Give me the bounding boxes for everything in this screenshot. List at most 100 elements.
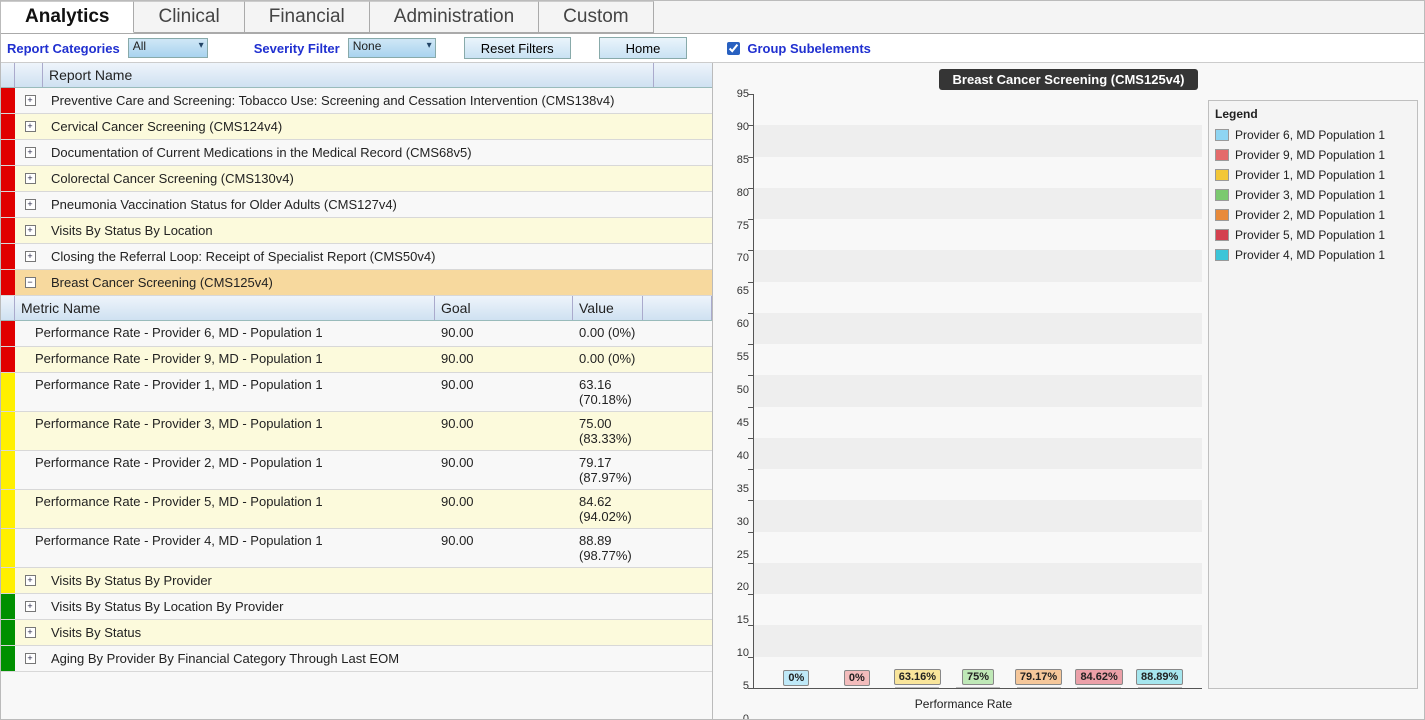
bar-rect bbox=[1138, 687, 1182, 688]
metric-name: Performance Rate - Provider 2, MD - Popu… bbox=[29, 451, 435, 489]
legend-item[interactable]: Provider 6, MD Population 1 bbox=[1213, 125, 1413, 145]
report-name: Documentation of Current Medications in … bbox=[45, 140, 712, 165]
report-categories-combo[interactable]: All bbox=[128, 38, 208, 58]
expand-icon[interactable]: + bbox=[15, 620, 45, 645]
legend-item[interactable]: Provider 4, MD Population 1 bbox=[1213, 245, 1413, 265]
legend-swatch bbox=[1215, 189, 1229, 201]
report-row[interactable]: +Cervical Cancer Screening (CMS124v4) bbox=[1, 114, 712, 140]
report-row[interactable]: +Colorectal Cancer Screening (CMS130v4) bbox=[1, 166, 712, 192]
legend-label: Provider 5, MD Population 1 bbox=[1235, 228, 1385, 242]
metric-name: Performance Rate - Provider 9, MD - Popu… bbox=[29, 347, 435, 372]
metric-goal: 90.00 bbox=[435, 529, 573, 567]
report-row[interactable]: +Pneumonia Vaccination Status for Older … bbox=[1, 192, 712, 218]
chart-bar[interactable]: 84.62% bbox=[1075, 669, 1123, 688]
severity-indicator bbox=[1, 594, 15, 619]
report-name: Aging By Provider By Financial Category … bbox=[45, 646, 712, 671]
col-value[interactable]: Value bbox=[573, 296, 643, 320]
col-report-name[interactable]: Report Name bbox=[43, 63, 654, 87]
chart-bar[interactable]: 79.17% bbox=[1015, 669, 1063, 688]
chart-bar[interactable]: 88.89% bbox=[1136, 669, 1184, 688]
legend-item[interactable]: Provider 9, MD Population 1 bbox=[1213, 145, 1413, 165]
metric-row[interactable]: Performance Rate - Provider 5, MD - Popu… bbox=[1, 490, 712, 529]
chart-bar[interactable]: 0% bbox=[772, 670, 820, 688]
grid-header: Report Name bbox=[1, 63, 712, 88]
metric-value: 0.00 (0%) bbox=[573, 321, 643, 346]
expand-icon[interactable]: + bbox=[15, 88, 45, 113]
metric-row[interactable]: Performance Rate - Provider 3, MD - Popu… bbox=[1, 412, 712, 451]
report-row[interactable]: +Visits By Status By Location bbox=[1, 218, 712, 244]
expand-icon[interactable]: − bbox=[15, 270, 45, 295]
report-name: Preventive Care and Screening: Tobacco U… bbox=[45, 88, 712, 113]
severity-indicator bbox=[1, 490, 15, 528]
group-subelements-checkbox[interactable]: Group Subelements bbox=[723, 39, 871, 58]
body: Report Name +Preventive Care and Screeni… bbox=[1, 63, 1424, 719]
report-row[interactable]: +Closing the Referral Loop: Receipt of S… bbox=[1, 244, 712, 270]
bar-value-label: 88.89% bbox=[1136, 669, 1183, 685]
metric-value: 84.62 (94.02%) bbox=[573, 490, 643, 528]
ytick-label: 0 bbox=[743, 713, 749, 719]
severity-filter-label: Severity Filter bbox=[254, 41, 340, 56]
metric-row[interactable]: Performance Rate - Provider 6, MD - Popu… bbox=[1, 321, 712, 347]
metric-value: 88.89 (98.77%) bbox=[573, 529, 643, 567]
expand-icon[interactable]: + bbox=[15, 218, 45, 243]
tab-analytics[interactable]: Analytics bbox=[1, 1, 134, 33]
legend-swatch bbox=[1215, 209, 1229, 221]
legend-item[interactable]: Provider 1, MD Population 1 bbox=[1213, 165, 1413, 185]
tab-administration[interactable]: Administration bbox=[370, 1, 539, 33]
legend-swatch bbox=[1215, 229, 1229, 241]
metric-goal: 90.00 bbox=[435, 412, 573, 450]
metric-name: Performance Rate - Provider 3, MD - Popu… bbox=[29, 412, 435, 450]
report-row[interactable]: +Visits By Status By Provider bbox=[1, 568, 712, 594]
legend-item[interactable]: Provider 5, MD Population 1 bbox=[1213, 225, 1413, 245]
expand-icon[interactable]: + bbox=[15, 568, 45, 593]
col-goal[interactable]: Goal bbox=[435, 296, 573, 320]
expand-icon[interactable]: + bbox=[15, 114, 45, 139]
expand-icon[interactable]: + bbox=[15, 140, 45, 165]
report-row[interactable]: +Aging By Provider By Financial Category… bbox=[1, 646, 712, 672]
report-row[interactable]: −Breast Cancer Screening (CMS125v4) bbox=[1, 270, 712, 296]
bar-value-label: 0% bbox=[844, 670, 870, 686]
legend-label: Provider 6, MD Population 1 bbox=[1235, 128, 1385, 142]
report-grid: Report Name +Preventive Care and Screeni… bbox=[1, 63, 713, 719]
expand-icon[interactable]: + bbox=[15, 192, 45, 217]
report-name: Visits By Status By Location By Provider bbox=[45, 594, 712, 619]
report-name: Breast Cancer Screening (CMS125v4) bbox=[45, 270, 712, 295]
chart-bar[interactable]: 63.16% bbox=[893, 669, 941, 688]
metric-name: Performance Rate - Provider 4, MD - Popu… bbox=[29, 529, 435, 567]
tab-custom[interactable]: Custom bbox=[539, 1, 653, 33]
report-row[interactable]: +Documentation of Current Medications in… bbox=[1, 140, 712, 166]
metric-row[interactable]: Performance Rate - Provider 9, MD - Popu… bbox=[1, 347, 712, 373]
app-root: Analytics Clinical Financial Administrat… bbox=[0, 0, 1425, 720]
group-subelements-input[interactable] bbox=[727, 42, 740, 55]
legend-item[interactable]: Provider 2, MD Population 1 bbox=[1213, 205, 1413, 225]
severity-filter-combo[interactable]: None bbox=[348, 38, 436, 58]
col-metric-name[interactable]: Metric Name bbox=[15, 296, 435, 320]
tab-financial[interactable]: Financial bbox=[245, 1, 370, 33]
severity-indicator bbox=[1, 166, 15, 191]
severity-indicator bbox=[1, 321, 15, 346]
metric-row[interactable]: Performance Rate - Provider 2, MD - Popu… bbox=[1, 451, 712, 490]
bar-value-label: 63.16% bbox=[894, 669, 941, 685]
expand-icon[interactable]: + bbox=[15, 244, 45, 269]
chart-bar[interactable]: 75% bbox=[954, 669, 1002, 688]
metric-row[interactable]: Performance Rate - Provider 1, MD - Popu… bbox=[1, 373, 712, 412]
bar-rect bbox=[895, 687, 939, 688]
legend-label: Provider 2, MD Population 1 bbox=[1235, 208, 1385, 222]
bar-value-label: 0% bbox=[783, 670, 809, 686]
report-row[interactable]: +Visits By Status By Location By Provide… bbox=[1, 594, 712, 620]
expand-icon[interactable]: + bbox=[15, 646, 45, 671]
expand-icon[interactable]: + bbox=[15, 166, 45, 191]
chart-bar[interactable]: 0% bbox=[833, 670, 881, 688]
metric-row[interactable]: Performance Rate - Provider 4, MD - Popu… bbox=[1, 529, 712, 568]
expand-icon[interactable]: + bbox=[15, 594, 45, 619]
legend-item[interactable]: Provider 3, MD Population 1 bbox=[1213, 185, 1413, 205]
report-row[interactable]: +Visits By Status bbox=[1, 620, 712, 646]
reset-filters-button[interactable]: Reset Filters bbox=[464, 37, 571, 59]
report-name: Closing the Referral Loop: Receipt of Sp… bbox=[45, 244, 712, 269]
tab-clinical[interactable]: Clinical bbox=[134, 1, 244, 33]
report-name: Pneumonia Vaccination Status for Older A… bbox=[45, 192, 712, 217]
metric-value: 75.00 (83.33%) bbox=[573, 412, 643, 450]
severity-indicator bbox=[1, 244, 15, 269]
home-button[interactable]: Home bbox=[599, 37, 688, 59]
report-row[interactable]: +Preventive Care and Screening: Tobacco … bbox=[1, 88, 712, 114]
